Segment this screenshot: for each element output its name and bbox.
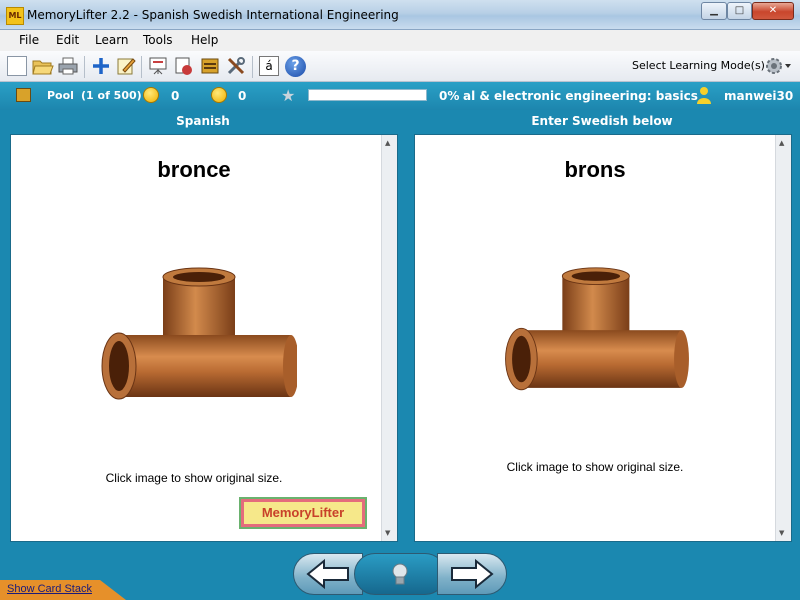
menu-bar: File Edit Learn Tools Help	[0, 30, 800, 51]
arrow-left-icon	[306, 558, 349, 590]
add-icon[interactable]	[91, 56, 111, 76]
answer-scrollbar[interactable]: ▲ ▼	[775, 135, 791, 541]
answer-image-caption: Click image to show original size.	[506, 460, 684, 474]
answer-panel: brons Click image to show original size.…	[414, 134, 792, 542]
scroll-up-arrow-icon[interactable]: ▲	[385, 139, 390, 147]
toolbar-separator	[252, 56, 253, 78]
pool-count: (1 of 500)	[81, 89, 142, 102]
character-map-icon[interactable]: á	[259, 56, 279, 76]
next-button[interactable]	[437, 553, 507, 595]
question-panel: bronce Click image to show original size…	[10, 134, 398, 542]
question-scrollbar[interactable]: ▲ ▼	[381, 135, 397, 541]
scroll-down-arrow-icon[interactable]: ▼	[385, 529, 390, 537]
menu-tools[interactable]: Tools	[143, 33, 173, 47]
help-icon[interactable]: ?	[285, 56, 306, 77]
pool-label: Pool	[47, 89, 74, 102]
new-icon[interactable]	[7, 56, 27, 76]
question-image-caption: Click image to show original size.	[105, 471, 283, 485]
user-icon	[697, 86, 711, 104]
learning-mode-gear-icon[interactable]	[763, 55, 793, 75]
learning-mode-label[interactable]: Select Learning Mode(s)	[632, 59, 765, 72]
window-title: MemoryLifter 2.2 - Spanish Swedish Inter…	[27, 8, 399, 22]
lightbulb-icon	[392, 563, 408, 585]
title-bar: ML MemoryLifter 2.2 - Spanish Swedish In…	[0, 0, 800, 30]
sad-smiley-icon	[211, 87, 227, 103]
edit-icon[interactable]	[116, 56, 136, 76]
known-count: 0	[171, 89, 180, 103]
previous-button[interactable]	[293, 553, 363, 595]
scroll-down-arrow-icon[interactable]: ▼	[779, 529, 784, 537]
answer-word: brons	[564, 157, 626, 182]
menu-edit[interactable]: Edit	[56, 33, 79, 47]
memorylifter-logo: MemoryLifter	[239, 497, 367, 529]
star-icon: ★	[281, 86, 296, 105]
menu-file[interactable]: File	[19, 33, 39, 47]
show-card-stack-link[interactable]: Show Card Stack	[7, 583, 92, 595]
tools-icon[interactable]	[226, 56, 246, 76]
progress-text: 0%	[439, 89, 460, 103]
question-panel-header: Spanish	[176, 114, 230, 128]
scroll-up-arrow-icon[interactable]: ▲	[779, 139, 784, 147]
progress-bar	[308, 89, 427, 101]
cards-icon[interactable]	[200, 56, 220, 76]
hint-button[interactable]	[354, 553, 446, 595]
unknown-count: 0	[238, 89, 247, 103]
happy-smiley-icon	[143, 87, 159, 103]
app-logo-icon: ML	[6, 7, 24, 25]
close-button[interactable]: ✕	[752, 2, 794, 20]
open-icon[interactable]	[32, 56, 54, 76]
minimize-button[interactable]: ▁	[701, 2, 727, 20]
toolbar: á ? Select Learning Mode(s)	[0, 51, 800, 82]
presentation-icon[interactable]	[148, 56, 168, 76]
menu-learn[interactable]: Learn	[95, 33, 129, 47]
dictionary-title: al & electronic engineering: basics	[463, 89, 698, 103]
menu-help[interactable]: Help	[191, 33, 218, 47]
copper-tee-fitting-image[interactable]	[97, 265, 299, 410]
toolbar-separator	[84, 56, 85, 78]
copper-tee-fitting-image[interactable]	[499, 265, 689, 400]
arrow-right-icon	[451, 558, 494, 590]
maximize-button[interactable]: □	[727, 2, 752, 20]
toolbar-separator	[141, 56, 142, 78]
card-stack-icon[interactable]	[174, 56, 194, 76]
print-icon[interactable]	[58, 56, 78, 76]
username: manwei30	[724, 89, 794, 103]
question-word: bronce	[157, 157, 231, 182]
answer-panel-header: Enter Swedish below	[531, 114, 673, 128]
box-icon	[16, 88, 31, 102]
